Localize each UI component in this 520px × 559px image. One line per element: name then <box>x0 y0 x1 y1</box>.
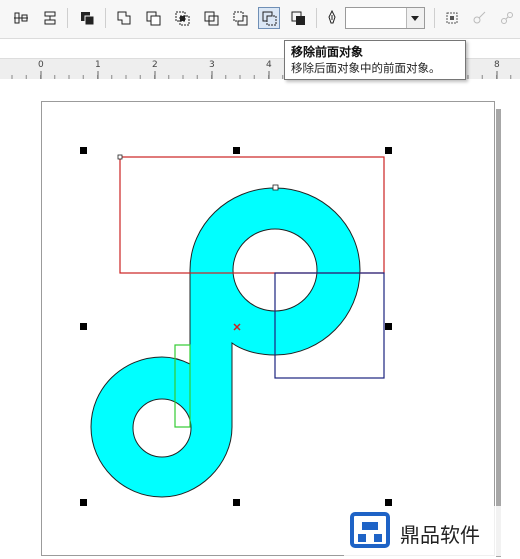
watermark: 鼎品软件 <box>344 506 520 556</box>
brand-logo-icon <box>350 512 390 548</box>
cyan-shape[interactable] <box>90 187 361 498</box>
tooltip-title: 移除前面对象 <box>291 45 364 59</box>
node-handle[interactable] <box>117 154 123 160</box>
watermark-text: 鼎品软件 <box>400 523 480 547</box>
node-handle[interactable] <box>272 184 279 191</box>
tooltip-description: 移除后面对象中的前面对象。 <box>291 61 441 75</box>
tooltip: 移除前面对象 移除后面对象中的前面对象。 <box>284 40 466 80</box>
artwork <box>80 147 392 506</box>
